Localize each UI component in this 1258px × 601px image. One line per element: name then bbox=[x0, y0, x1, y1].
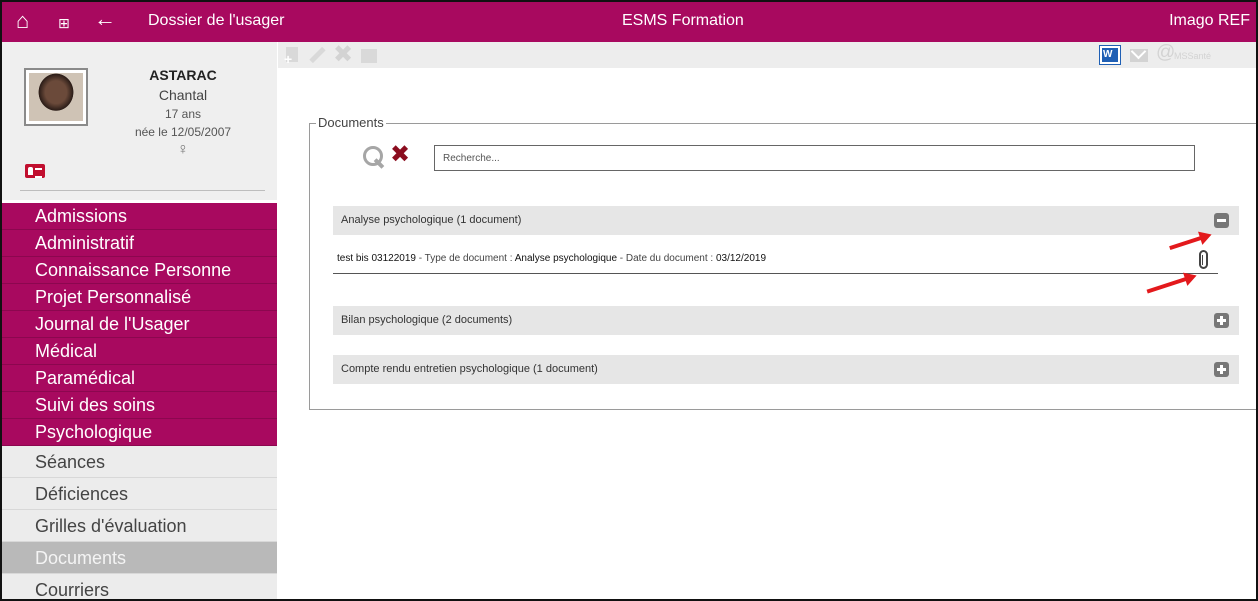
sidebar-menu: Admissions Administratif Connaissance Pe… bbox=[2, 203, 277, 599]
back-arrow-icon[interactable]: ← bbox=[94, 8, 116, 30]
sidebar-subitem-courriers[interactable]: Courriers bbox=[2, 574, 277, 599]
mssante-at-icon[interactable]: @ bbox=[1156, 43, 1175, 63]
document-name: test bis 03122019 bbox=[337, 253, 416, 264]
attachment-paperclip-icon[interactable] bbox=[1199, 250, 1208, 269]
sidebar-subitem-seances[interactable]: Séances bbox=[2, 446, 277, 478]
establishment-title: ESMS Formation bbox=[622, 12, 744, 29]
new-document-icon[interactable] bbox=[284, 46, 302, 67]
main-content: ✖ @ MSSanté Documents ✖ Analyse psycholo… bbox=[278, 42, 1256, 599]
document-date-label: - Date du document : bbox=[617, 253, 716, 264]
patient-card: ASTARAC Chantal 17 ans née le 12/05/2007… bbox=[2, 42, 277, 200]
group-compte-rendu-entretien[interactable]: Compte rendu entretien psychologique (1 … bbox=[333, 355, 1239, 384]
sidebar-subitem-deficiences[interactable]: Déficiences bbox=[2, 478, 277, 510]
app-window: ⌂ ⊞ ← Dossier de l'usager ESMS Formation… bbox=[0, 0, 1258, 601]
expand-plus-icon[interactable] bbox=[1214, 362, 1229, 377]
group-bilan-psychologique[interactable]: Bilan psychologique (2 documents) bbox=[333, 306, 1239, 335]
document-date-value: 03/12/2019 bbox=[715, 253, 767, 264]
delete-icon[interactable]: ✖ bbox=[333, 43, 353, 67]
patient-birth-date: née le 12/05/2007 bbox=[134, 125, 232, 139]
avatar bbox=[29, 73, 83, 121]
group-label: Analyse psychologique (1 document) bbox=[341, 214, 522, 226]
document-type-value: Analyse psychologique bbox=[514, 253, 618, 264]
edit-pencil-icon[interactable] bbox=[308, 46, 326, 64]
clear-search-icon[interactable]: ✖ bbox=[390, 142, 410, 168]
document-type-label: - Type de document : bbox=[415, 253, 515, 264]
group-label: Compte rendu entretien psychologique (1 … bbox=[341, 363, 598, 375]
sidebar-item-administratif[interactable]: Administratif bbox=[2, 230, 277, 257]
divider bbox=[20, 190, 265, 191]
sidebar-item-psychologique[interactable]: Psychologique bbox=[2, 419, 277, 446]
top-bar: ⌂ ⊞ ← Dossier de l'usager ESMS Formation… bbox=[2, 2, 1256, 42]
sidebar-item-projet-personnalise[interactable]: Projet Personnalisé bbox=[2, 284, 277, 311]
user-name[interactable]: Imago REF bbox=[1169, 12, 1250, 30]
group-analyse-psychologique[interactable]: Analyse psychologique (1 document) bbox=[333, 206, 1239, 235]
patient-first-name: Chantal bbox=[158, 87, 208, 103]
archive-icon[interactable] bbox=[360, 46, 378, 64]
sidebar-item-medical[interactable]: Médical bbox=[2, 338, 277, 365]
mssante-label[interactable]: MSSanté bbox=[1174, 51, 1211, 61]
sidebar-item-suivi-soins[interactable]: Suivi des soins bbox=[2, 392, 277, 419]
section-title: Dossier de l'usager bbox=[148, 12, 285, 29]
collapse-minus-icon[interactable] bbox=[1214, 213, 1229, 228]
expand-plus-icon[interactable] bbox=[1214, 313, 1229, 328]
sidebar-item-journal-usager[interactable]: Journal de l'Usager bbox=[2, 311, 277, 338]
word-export-icon[interactable] bbox=[1100, 46, 1120, 64]
sidebar-subitem-grilles-evaluation[interactable]: Grilles d'évaluation bbox=[2, 510, 277, 542]
document-toolbar: ✖ @ MSSanté bbox=[278, 42, 1256, 68]
mail-icon[interactable] bbox=[1130, 49, 1148, 62]
sidebar-item-paramedical[interactable]: Paramédical bbox=[2, 365, 277, 392]
group-label: Bilan psychologique (2 documents) bbox=[341, 314, 513, 326]
female-icon: ♀ bbox=[177, 141, 189, 158]
patient-last-name: ASTARAC bbox=[149, 67, 217, 83]
patient-age: 17 ans bbox=[164, 107, 202, 121]
search-input[interactable] bbox=[434, 145, 1195, 171]
patient-photo bbox=[24, 68, 88, 126]
document-row-text: test bis 03122019 - Type de document : A… bbox=[337, 253, 766, 264]
grid-menu-icon[interactable]: ⊞ bbox=[58, 12, 70, 34]
home-icon[interactable]: ⌂ bbox=[16, 10, 29, 32]
documents-legend: Documents bbox=[316, 115, 386, 130]
sidebar-item-connaissance-personne[interactable]: Connaissance Personne bbox=[2, 257, 277, 284]
id-card-icon[interactable] bbox=[25, 164, 45, 178]
search-icon[interactable] bbox=[362, 145, 386, 169]
document-row[interactable]: test bis 03122019 - Type de document : A… bbox=[333, 245, 1218, 274]
sidebar: ASTARAC Chantal 17 ans née le 12/05/2007… bbox=[2, 42, 277, 599]
sidebar-item-admissions[interactable]: Admissions bbox=[2, 203, 277, 230]
sidebar-subitem-documents[interactable]: Documents bbox=[2, 542, 277, 574]
